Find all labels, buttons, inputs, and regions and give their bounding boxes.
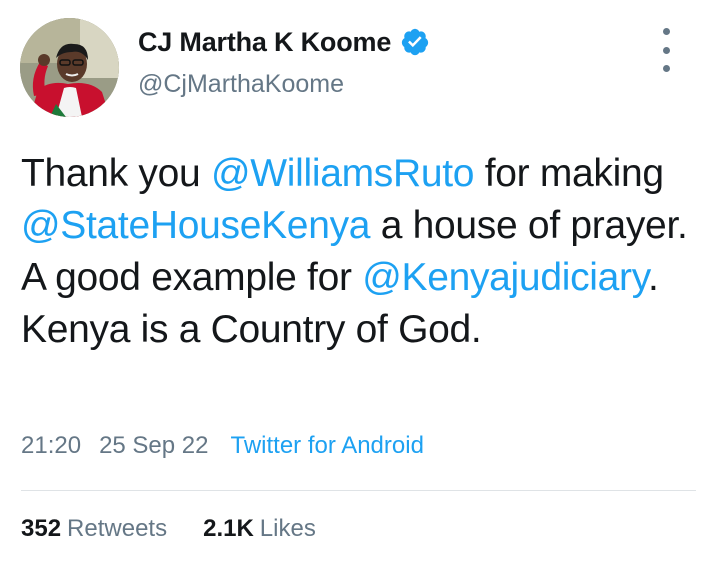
name-row: CJ Martha K Koome xyxy=(138,24,430,60)
more-dot-icon xyxy=(662,28,670,35)
display-name[interactable]: CJ Martha K Koome xyxy=(138,27,391,58)
tweet-time: 21:20 xyxy=(21,432,82,459)
more-dot-icon xyxy=(662,65,670,72)
likes-label: Likes xyxy=(259,515,316,542)
author-block[interactable]: CJ Martha K Koome @CjMarthaKoome xyxy=(138,24,430,99)
more-options-button[interactable] xyxy=(654,28,678,72)
tweet-source-link[interactable]: Twitter for Android xyxy=(231,432,424,460)
retweets-stat[interactable]: 352 Retweets xyxy=(21,515,167,543)
divider xyxy=(21,490,696,491)
retweets-count: 352 xyxy=(21,515,62,542)
likes-stat[interactable]: 2.1K Likes xyxy=(203,515,316,543)
more-dot-icon xyxy=(662,46,670,54)
verified-badge-icon xyxy=(402,28,429,56)
tweet-text-segment: Thank you xyxy=(21,152,211,195)
profile-photo-icon xyxy=(20,18,119,117)
avatar[interactable] xyxy=(20,18,119,117)
mention-statehousekenya[interactable]: @StateHouseKenya xyxy=(21,204,370,247)
mention-williamsruto[interactable]: @WilliamsRuto xyxy=(211,152,475,195)
tweet-meta: 21:20 25 Sep 22 Twitter for Android xyxy=(21,432,424,460)
mention-kenyajudiciary[interactable]: @Kenyajudiciary xyxy=(362,256,648,299)
tweet-stats: 352 Retweets 2.1K Likes xyxy=(21,515,316,543)
tweet-text-segment: for making xyxy=(474,152,664,195)
tweet-card: CJ Martha K Koome @CjMarthaKoome Thank y… xyxy=(0,0,717,571)
handle[interactable]: @CjMarthaKoome xyxy=(138,70,430,99)
likes-count: 2.1K xyxy=(203,515,254,542)
tweet-text: Thank you @WilliamsRuto for making @Stat… xyxy=(21,148,701,356)
tweet-date: 25 Sep 22 xyxy=(99,432,209,459)
retweets-label: Retweets xyxy=(67,515,168,542)
